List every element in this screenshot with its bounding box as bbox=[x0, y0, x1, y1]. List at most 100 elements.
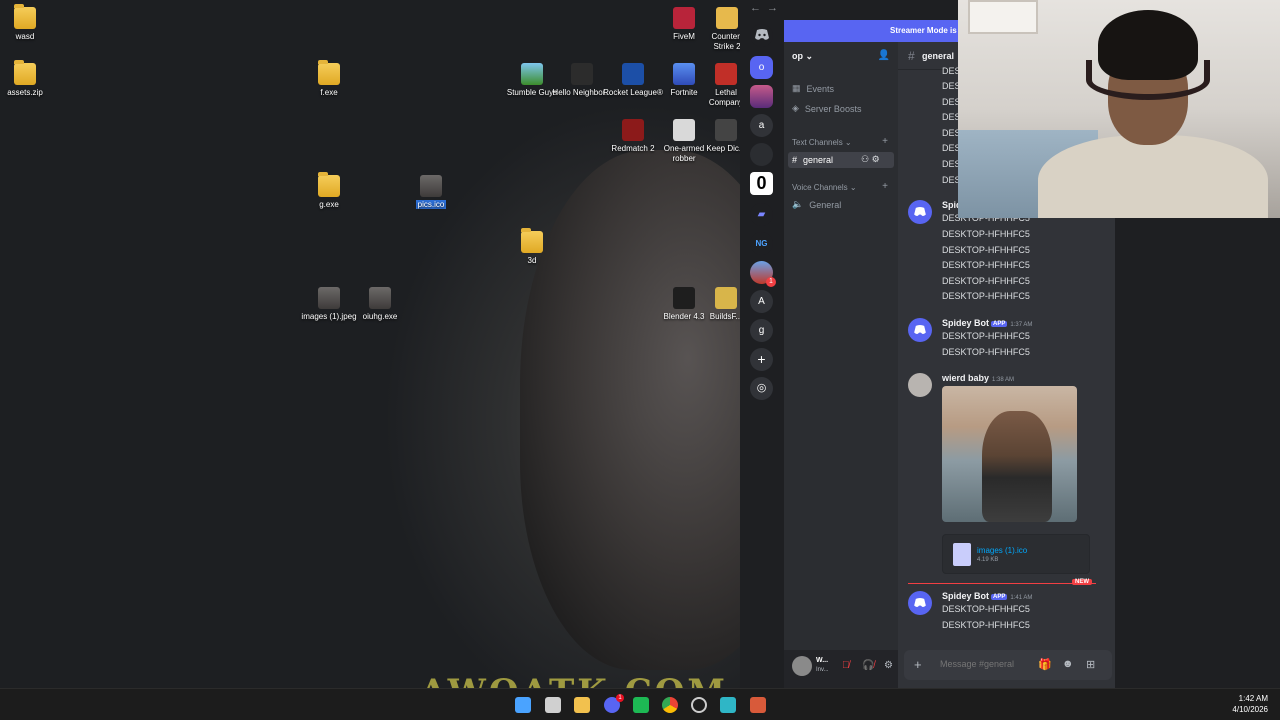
hash-icon: # bbox=[792, 154, 798, 165]
desktop-icon-3d[interactable]: 3d bbox=[502, 228, 562, 266]
guild-zero[interactable]: 0 bbox=[750, 172, 773, 195]
attach-plus-icon[interactable]: + bbox=[914, 657, 922, 672]
desktop-icon-label: Keep Dic... bbox=[706, 144, 740, 153]
zip-folder-icon bbox=[14, 60, 36, 85]
desktop-icon-assets-zip[interactable]: assets.zip bbox=[0, 60, 55, 98]
message-author[interactable]: Spidey Bot APP 1:37 AM bbox=[942, 318, 1032, 328]
system-clock[interactable]: 1:42 AM 4/10/2026 bbox=[1232, 693, 1268, 715]
boost-icon: ◈ bbox=[792, 103, 799, 113]
webcam-overlay bbox=[958, 0, 1280, 218]
mute-mic-icon[interactable]: 🎙̸ bbox=[842, 660, 850, 671]
clock-date: 4/10/2026 bbox=[1232, 705, 1268, 714]
author-name[interactable]: Spidey Bot bbox=[942, 318, 989, 328]
discord-taskbar-icon[interactable]: 1 bbox=[604, 694, 624, 713]
voice-channels-category[interactable]: Voice Channels ⌄ bbox=[792, 183, 857, 192]
guild-A[interactable]: A bbox=[750, 290, 773, 313]
play-app-icon[interactable] bbox=[633, 697, 649, 713]
guild-image-2[interactable] bbox=[750, 143, 773, 166]
desktop-icon-one-armed-robber[interactable]: One-armed robber bbox=[654, 119, 714, 164]
gift-icon[interactable]: 🎁 bbox=[1038, 658, 1052, 671]
one-armed-robber-icon bbox=[673, 119, 695, 141]
obs-icon[interactable] bbox=[691, 697, 707, 713]
user-settings-gear-icon[interactable]: ⚙ bbox=[884, 660, 893, 671]
file-explorer-icon[interactable] bbox=[574, 697, 590, 713]
webcam-shirt bbox=[1038, 135, 1268, 218]
desktop-icon-blender[interactable]: Blender 4.3 bbox=[654, 287, 714, 322]
author-name[interactable]: Spidey Bot bbox=[942, 591, 989, 601]
fortnite-icon bbox=[673, 63, 695, 85]
user-avatar[interactable] bbox=[792, 656, 812, 676]
create-channel-icon[interactable]: + bbox=[882, 136, 888, 147]
message-line: DESKTOP-HFHHFC5 bbox=[942, 276, 1030, 286]
deafen-headphones-icon[interactable]: 🎧̸ bbox=[862, 660, 874, 671]
message-author[interactable]: wierd baby 1:38 AM bbox=[942, 373, 1014, 383]
desktop-icon-pics-ico[interactable]: pics.ico bbox=[401, 175, 461, 210]
guild-g[interactable]: g bbox=[750, 319, 773, 342]
invite-settings-icons[interactable]: ⚇ ⚙ bbox=[861, 154, 880, 165]
message-line: DESKTOP-HFHHFC5 bbox=[942, 229, 1030, 239]
bot-avatar[interactable] bbox=[908, 591, 932, 615]
desktop-icon-wasd[interactable]: wasd bbox=[0, 4, 55, 42]
desktop-icon-keep-dic[interactable]: Keep Dic... bbox=[706, 119, 740, 154]
desktop-icon-f-exe[interactable]: f.exe bbox=[299, 60, 359, 98]
server-boosts-item[interactable]: ◈ Server Boosts bbox=[792, 103, 861, 114]
message-line: DESKTOP-HFHHFC5 bbox=[942, 604, 1030, 614]
guild-image-1[interactable] bbox=[750, 85, 773, 108]
user-name: W... bbox=[816, 657, 829, 664]
user-avatar[interactable] bbox=[908, 373, 932, 397]
desktop-icon-lethal-company[interactable]: Lethal Company bbox=[706, 63, 740, 108]
add-member-icon[interactable]: 👤 bbox=[878, 50, 890, 61]
discover-compass-icon[interactable]: ◎ bbox=[750, 377, 773, 400]
game-launcher-icon[interactable] bbox=[750, 697, 766, 713]
file-attachment[interactable]: images (1).ico 4.19 KB bbox=[942, 534, 1090, 574]
app-tag: APP bbox=[991, 321, 1008, 327]
task-view-icon[interactable] bbox=[545, 697, 561, 713]
chrome-icon[interactable] bbox=[662, 697, 678, 713]
events-item[interactable]: ▦ Events bbox=[792, 83, 834, 94]
desktop-icon-label: Counter-Strike 2 bbox=[711, 32, 740, 51]
folder-icon[interactable]: ▰ bbox=[750, 203, 773, 226]
message-input[interactable] bbox=[940, 659, 1040, 669]
vscode-icon[interactable] bbox=[720, 697, 736, 713]
desktop-icon-counter-strike[interactable]: Counter-Strike 2 bbox=[702, 7, 740, 52]
notification-badge: 1 bbox=[616, 694, 624, 702]
counter-strike-icon bbox=[716, 7, 738, 29]
image-attachment[interactable] bbox=[942, 386, 1077, 522]
start-windows-icon[interactable] bbox=[515, 697, 531, 713]
create-voice-channel-icon[interactable]: + bbox=[882, 181, 888, 192]
back-forward-arrows-icon[interactable]: ←→ bbox=[750, 2, 784, 14]
hash-icon: # bbox=[908, 49, 915, 63]
message-line: DESKTOP-HFHHFC5 bbox=[942, 347, 1030, 357]
builds-folder-icon bbox=[715, 287, 737, 309]
apps-grid-icon[interactable]: ⊞ bbox=[1086, 658, 1095, 671]
bot-avatar[interactable] bbox=[908, 318, 932, 342]
discord-home-icon[interactable] bbox=[750, 24, 773, 47]
file-name-link[interactable]: images (1).ico bbox=[977, 546, 1027, 555]
guild-a[interactable]: a bbox=[750, 114, 773, 137]
hello-neighbor-icon bbox=[571, 63, 593, 85]
guild-op[interactable]: o bbox=[750, 56, 773, 79]
voice-channel-general[interactable]: 🔈 General bbox=[792, 199, 841, 210]
desktop-icon-label: FiveM bbox=[673, 32, 695, 41]
add-server-icon[interactable]: + bbox=[750, 348, 773, 371]
bot-avatar[interactable] bbox=[908, 200, 932, 224]
desktop-icon-fortnite[interactable]: Fortnite bbox=[654, 63, 714, 98]
attachment-photo-subject bbox=[982, 411, 1052, 522]
wallpaper-text: AWOATK.COM bbox=[420, 672, 728, 688]
stumble-guys-icon bbox=[521, 63, 543, 85]
server-name-header[interactable]: op ⌄ bbox=[792, 51, 813, 62]
desktop-icon-oiuhg-exe[interactable]: oiuhg.exe bbox=[350, 287, 410, 322]
text-channels-category[interactable]: Text Channels ⌄ bbox=[792, 138, 852, 147]
channel-general[interactable]: # general ⚇ ⚙ bbox=[792, 154, 880, 165]
desktop-icon-builds[interactable]: BuildsF... bbox=[706, 287, 740, 322]
emoji-icon[interactable]: ☻ bbox=[1062, 658, 1074, 670]
message-author[interactable]: Spidey Bot APP 1:41 AM bbox=[942, 591, 1032, 601]
guild-image-3[interactable]: 1 bbox=[750, 261, 776, 287]
guild-ng[interactable]: NG bbox=[750, 232, 773, 255]
desktop-icon-label-selected[interactable]: pics.ico bbox=[415, 200, 447, 209]
desktop-icon-g-exe[interactable]: g.exe bbox=[299, 172, 359, 210]
message-line: DESKTOP-HFHHFC5 bbox=[942, 331, 1030, 341]
author-name[interactable]: wierd baby bbox=[942, 373, 989, 383]
new-messages-divider bbox=[908, 583, 1096, 584]
desktop-icon-label: BuildsF... bbox=[709, 312, 740, 321]
